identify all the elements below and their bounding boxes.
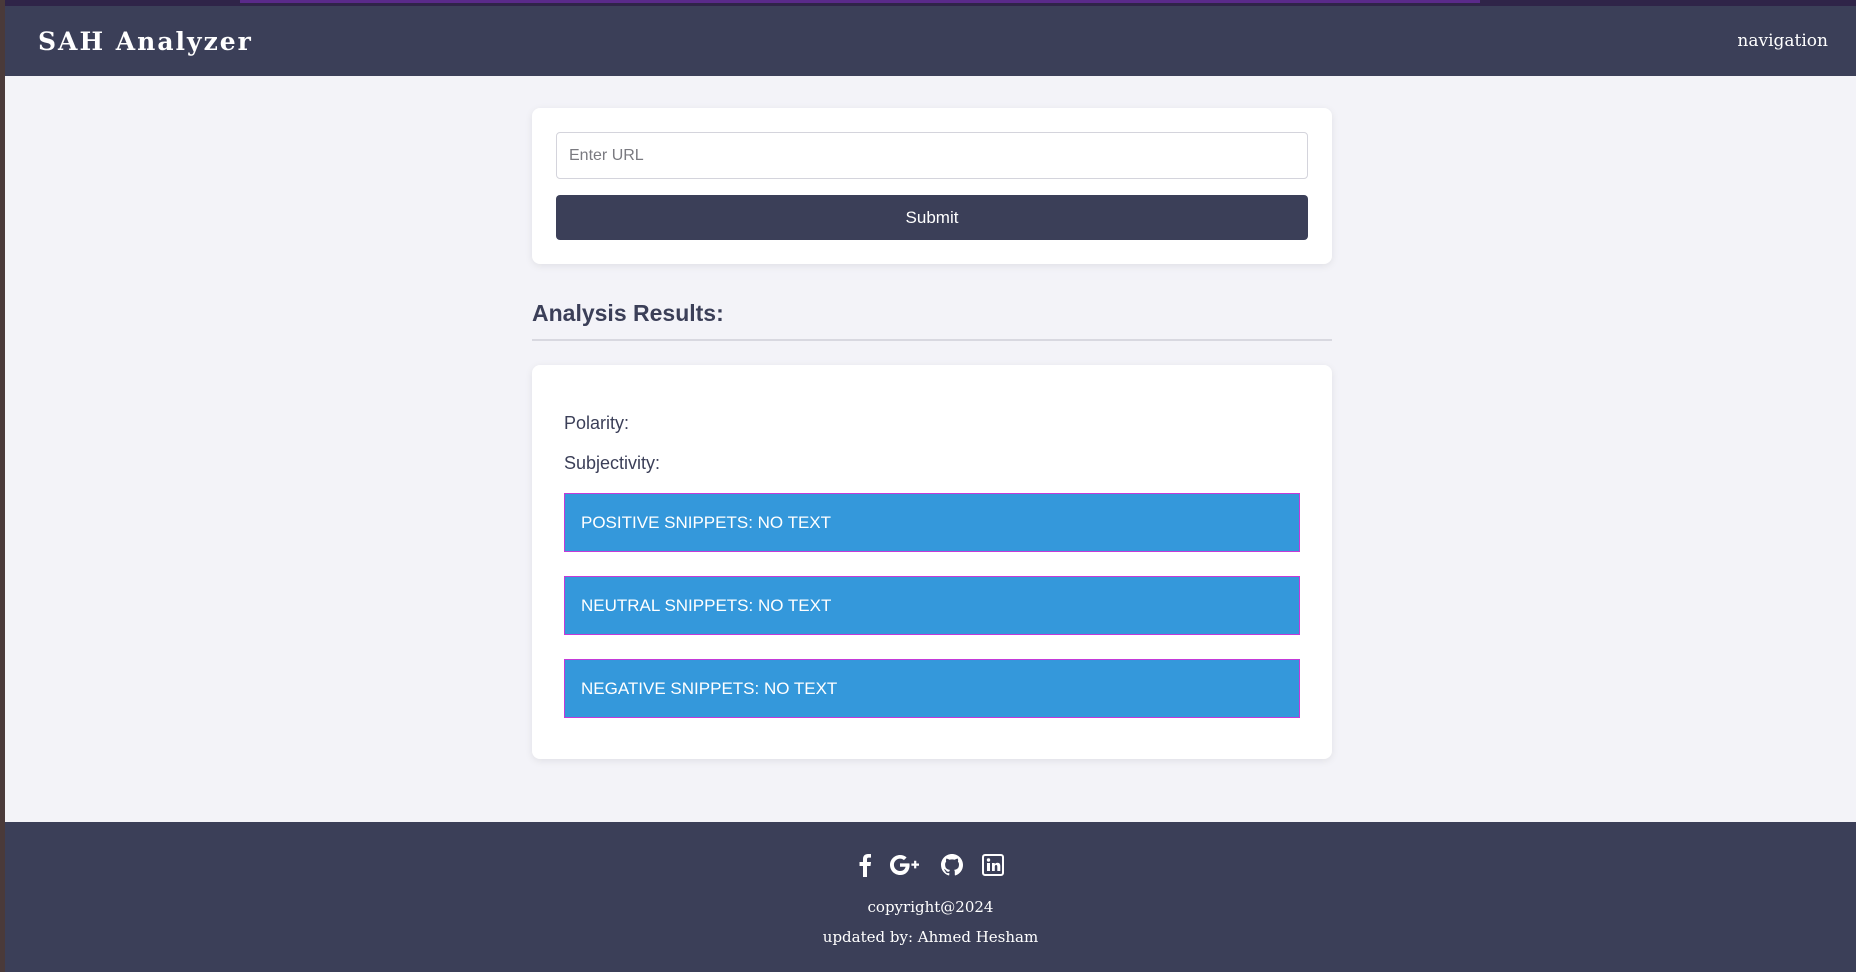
updated-by-text: updated by: Ahmed Hesham [822, 928, 1039, 946]
brand-logo[interactable]: SAH Analyzer [38, 27, 253, 56]
copyright-text: copyright@2024 [867, 898, 994, 916]
results-card: Polarity: Subjectivity: POSITIVE SNIPPET… [532, 365, 1332, 759]
navbar: SAH Analyzer navigation [5, 6, 1856, 76]
footer: copyright@2024 updated by: Ahmed Hesham [5, 822, 1856, 972]
google-plus-icon[interactable] [889, 853, 922, 877]
window-left-edge [0, 0, 5, 972]
neutral-snippets-box: NEUTRAL SNIPPETS: NO TEXT [564, 576, 1300, 635]
subjectivity-label: Subjectivity: [564, 453, 661, 473]
snippet-list: POSITIVE SNIPPETS: NO TEXT NEUTRAL SNIPP… [564, 493, 1300, 718]
results-divider [532, 339, 1332, 341]
positive-snippets-box: POSITIVE SNIPPETS: NO TEXT [564, 493, 1300, 552]
social-icons [858, 850, 1004, 880]
results-heading: Analysis Results: [532, 300, 724, 326]
navigation-link[interactable]: navigation [1737, 31, 1828, 51]
github-icon[interactable] [940, 853, 964, 877]
url-form-card: Submit [532, 108, 1332, 264]
negative-snippets-box: NEGATIVE SNIPPETS: NO TEXT [564, 659, 1300, 718]
window-top-accent [240, 0, 1480, 3]
url-input[interactable] [556, 132, 1308, 179]
facebook-icon[interactable] [858, 853, 872, 877]
linkedin-icon[interactable] [981, 854, 1004, 876]
submit-button[interactable]: Submit [556, 195, 1308, 240]
window-top-strip [0, 0, 1856, 6]
polarity-label: Polarity: [564, 413, 630, 433]
